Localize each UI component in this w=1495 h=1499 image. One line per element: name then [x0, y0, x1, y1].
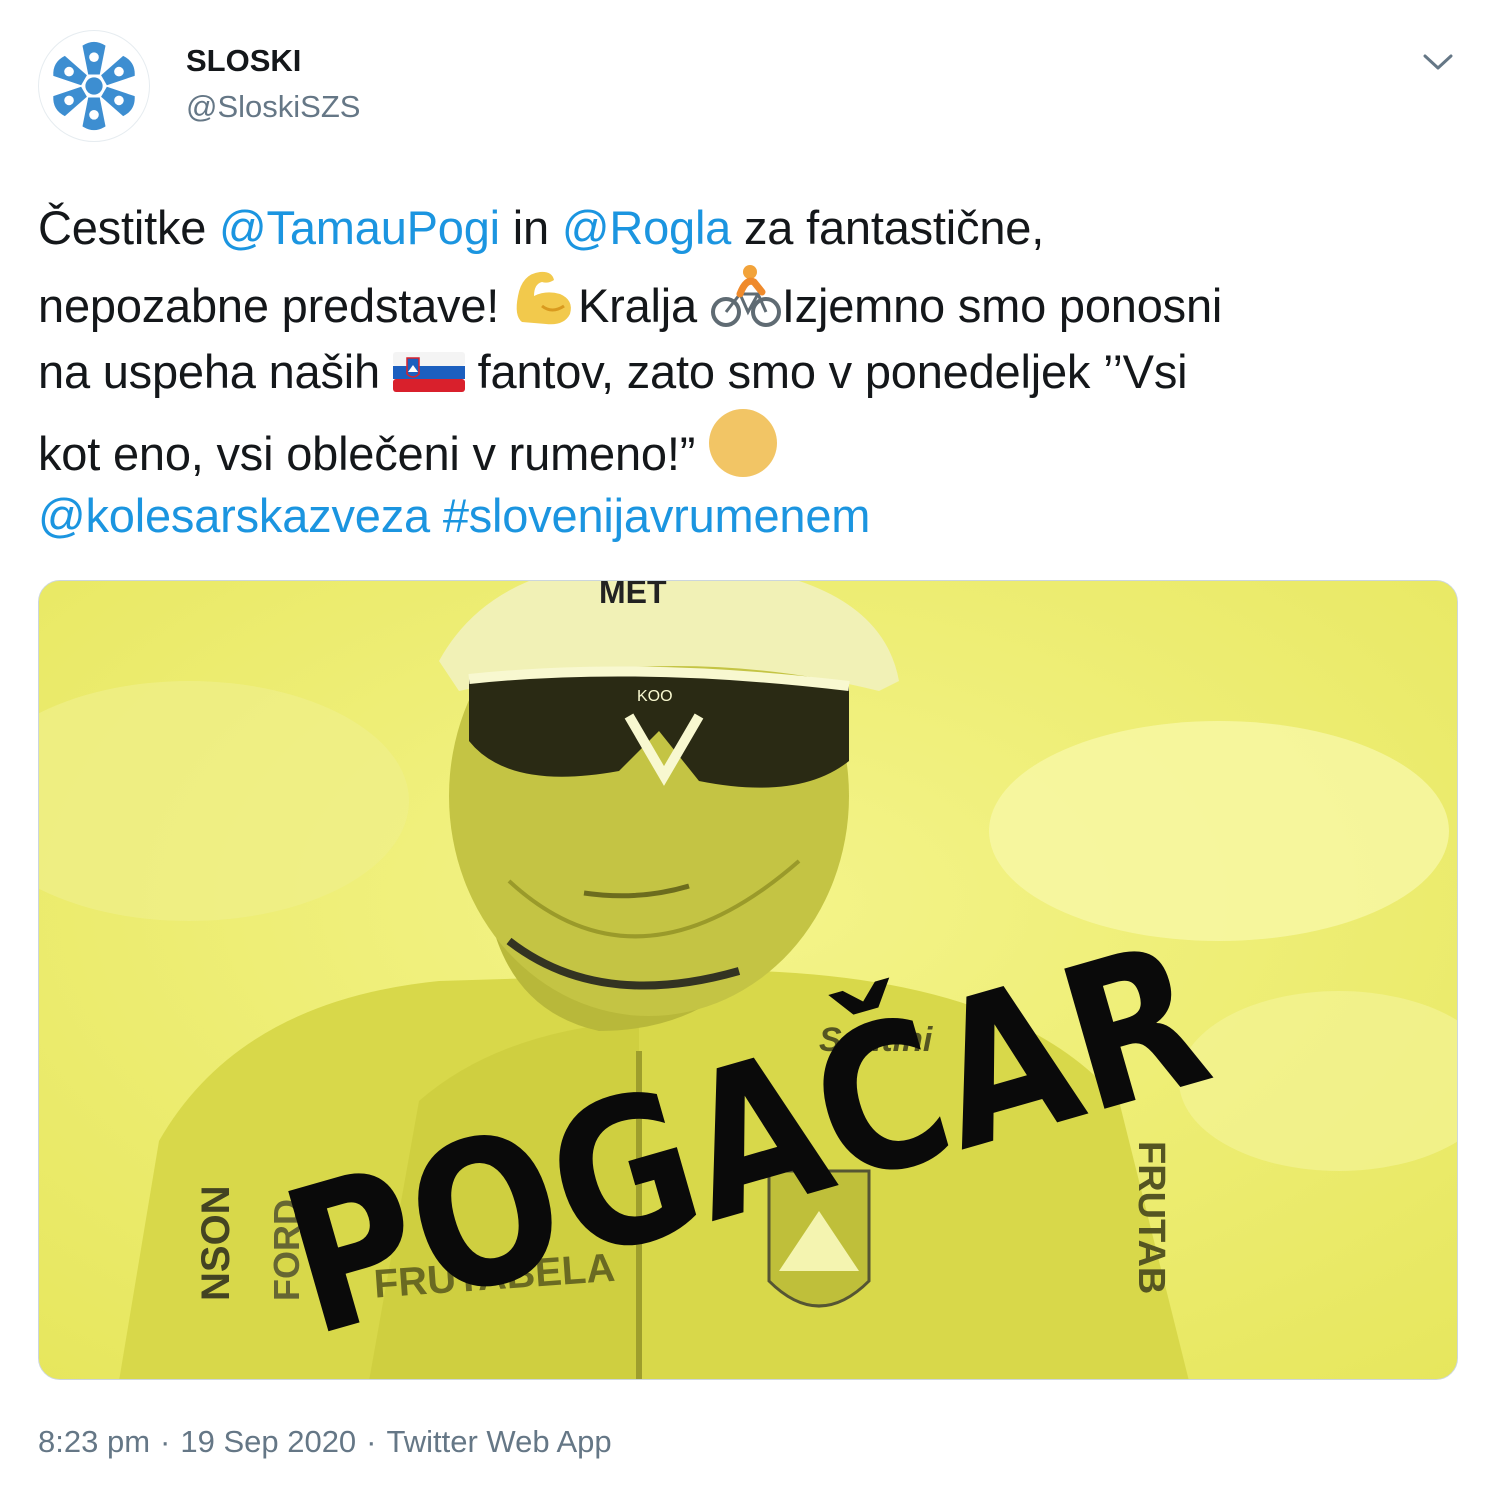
text-segment: fantov, zato smo v ponedeljek ’’Vsi [464, 345, 1188, 398]
person-biking-emoji [710, 265, 781, 327]
text-segment: nepozabne predstave! [38, 279, 512, 332]
sleeve-text: NSON [194, 1185, 238, 1301]
tweet-header: SLOSKI @SloskiSZS [38, 30, 1458, 150]
mention-link[interactable]: @TamauPogi [219, 201, 500, 254]
helmet-text: MET [599, 581, 667, 610]
display-name[interactable]: SLOSKI [186, 42, 360, 80]
tweet-line-3: na uspeha naših fantov, zato smo v poned… [38, 336, 1448, 408]
mention-link[interactable]: @Rogla [562, 201, 732, 254]
text-segment: Izjemno smo ponosni [781, 279, 1223, 332]
tweet-line-5: @kolesarskazveza #slovenijavrumenem [38, 480, 1448, 552]
flexed-biceps-emoji [516, 271, 571, 325]
tweet-line-1: Čestitke @TamauPogi in @Rogla za fantast… [38, 192, 1448, 264]
chevron-down-icon [1423, 54, 1453, 70]
tweet-date[interactable]: 19 Sep 2020 [180, 1424, 356, 1459]
jersey-sponsor-text-right: FRUTAB [1130, 1141, 1172, 1294]
tweet-media-image[interactable]: MET KOO FRUTABELA FRUTAB NSON FORD Santi… [38, 580, 1458, 1380]
tweet-text: Čestitke @TamauPogi in @Rogla za fantast… [38, 192, 1448, 552]
tweet: SLOSKI @SloskiSZS Čestitke @TamauPogi in… [0, 0, 1495, 1499]
text-segment: Kralja [578, 279, 710, 332]
snowflake-logo-icon [49, 41, 139, 131]
yellow-circle-emoji [709, 409, 778, 477]
account-names: SLOSKI @SloskiSZS [186, 42, 360, 126]
separator: · [366, 1424, 377, 1459]
tweet-menu-button[interactable] [1418, 42, 1458, 82]
text-segment: za fantastične, [731, 201, 1045, 254]
tweet-footer: 8:23 pm · 19 Sep 2020 · Twitter Web App [38, 1420, 612, 1464]
avatar[interactable] [38, 30, 150, 142]
tweet-line-4: kot eno, vsi oblečeni v rumeno!” [38, 408, 1448, 480]
text-segment: kot eno, vsi oblečeni v rumeno!” [38, 427, 709, 480]
text-segment: na uspeha naših [38, 345, 393, 398]
text-segment: in [499, 201, 562, 254]
slovenia-flag-emoji [392, 352, 465, 392]
text-segment: Čestitke [38, 201, 220, 254]
glasses-text: KOO [637, 688, 673, 705]
account-handle[interactable]: @SloskiSZS [186, 88, 360, 126]
tweet-line-2: nepozabne predstave! Kralja Izjemno smo … [38, 264, 1448, 336]
tweet-time[interactable]: 8:23 pm [38, 1424, 150, 1459]
hashtag-link[interactable]: #slovenijavrumenem [443, 489, 871, 542]
cyclist-photo: MET KOO FRUTABELA FRUTAB NSON FORD Santi… [39, 581, 1457, 1379]
tweet-source[interactable]: Twitter Web App [387, 1424, 612, 1459]
text-segment [430, 489, 443, 542]
mention-link[interactable]: @kolesarskazveza [38, 489, 430, 542]
separator: · [160, 1424, 171, 1459]
